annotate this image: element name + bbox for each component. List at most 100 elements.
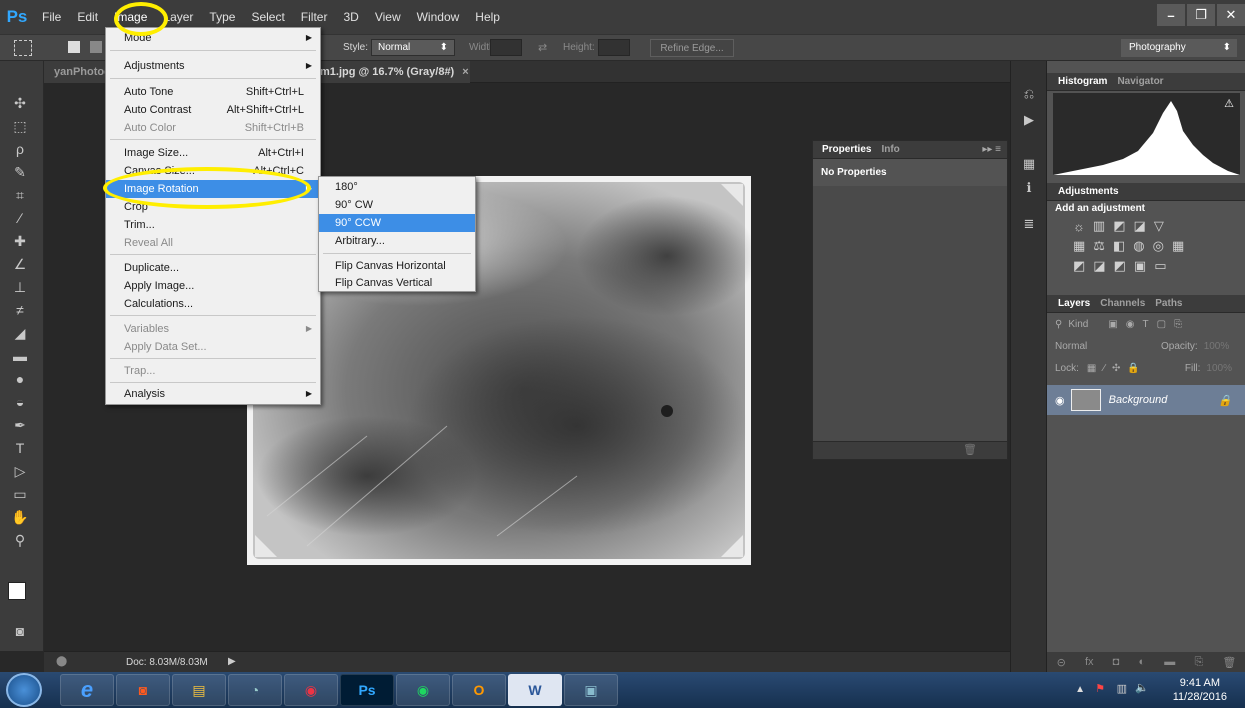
menu-item-image-size[interactable]: Image Size... Alt+Ctrl+I	[106, 144, 320, 162]
tab-previous-document[interactable]: yanPhotograp	[44, 61, 108, 83]
opacity-value[interactable]: 100%	[1204, 341, 1230, 352]
restore-icon[interactable]: ❐	[1187, 4, 1215, 26]
trash-icon[interactable]: 🗑	[963, 443, 977, 456]
tray-network-icon[interactable]: ▥	[1117, 682, 1127, 695]
submenu-item-90-cw[interactable]: 90° CW	[319, 196, 475, 214]
brush-tool-icon[interactable]: ∠	[9, 254, 31, 274]
network-icon[interactable]: ◔	[228, 674, 282, 706]
marquee-tool-icon[interactable]: ⬚	[9, 116, 31, 136]
selective-color-icon[interactable]: ▣	[1134, 258, 1146, 274]
tab-adjustments[interactable]: Adjustments	[1053, 186, 1124, 197]
close-tab-icon[interactable]: ×	[462, 66, 468, 78]
warning-icon[interactable]: ⚠	[1224, 97, 1234, 110]
spotify-icon[interactable]: ◉	[396, 674, 450, 706]
menu-item-crop[interactable]: Crop	[106, 198, 320, 216]
photoshop-taskbar-icon[interactable]: Ps	[340, 674, 394, 706]
tray-volume-icon[interactable]: 🔈	[1135, 681, 1149, 694]
tab-active-document[interactable]: m1.jpg @ 16.7% (Gray/8#) ×	[310, 61, 470, 83]
posterize-icon[interactable]: ◪	[1093, 258, 1105, 274]
submenu-item-flip-vertical[interactable]: Flip Canvas Vertical	[319, 274, 475, 292]
threshold-icon[interactable]: ◩	[1114, 258, 1126, 274]
blur-tool-icon[interactable]: ●	[9, 369, 31, 389]
eye-icon[interactable]: ◉	[1055, 394, 1065, 407]
lasso-tool-icon[interactable]: ρ	[9, 139, 31, 159]
zoom-field[interactable]: ⬤	[56, 656, 67, 667]
workspace-select[interactable]: Photography ⬍	[1121, 39, 1237, 57]
submenu-item-90-ccw[interactable]: 90° CCW	[319, 214, 475, 232]
system-clock[interactable]: 9:41 AM 11/28/2016	[1173, 676, 1227, 704]
black-white-icon[interactable]: ◧	[1113, 238, 1125, 254]
fx-icon[interactable]: fx	[1085, 656, 1094, 668]
eraser-tool-icon[interactable]: ◢	[9, 323, 31, 343]
menu-file[interactable]: File	[34, 0, 69, 34]
foreground-color-swatch[interactable]	[8, 582, 26, 600]
history-panel-icon[interactable]: ⎌	[1018, 83, 1040, 105]
info-panel-icon[interactable]: ℹ	[1018, 177, 1040, 199]
history-brush-tool-icon[interactable]: ≠	[9, 300, 31, 320]
delete-layer-icon[interactable]: 🗑	[1222, 656, 1236, 669]
menu-item-adjustments[interactable]: Adjustments ▶	[106, 57, 320, 75]
minimize-icon[interactable]: –	[1157, 4, 1185, 26]
menu-item-duplicate[interactable]: Duplicate...	[106, 259, 320, 277]
tray-flag-icon[interactable]: ⚑	[1095, 682, 1105, 695]
start-button-icon[interactable]	[6, 673, 42, 707]
path-select-tool-icon[interactable]: ▷	[9, 461, 31, 481]
submenu-item-flip-horizontal[interactable]: Flip Canvas Horizontal	[319, 257, 475, 275]
vibrance-icon[interactable]: ▽	[1154, 218, 1164, 234]
menu-item-trim[interactable]: Trim...	[106, 216, 320, 234]
adjustment-layer-icon[interactable]: ◐	[1138, 656, 1145, 668]
menu-edit[interactable]: Edit	[69, 0, 106, 34]
close-icon[interactable]: ✕	[1217, 4, 1245, 26]
dodge-tool-icon[interactable]: ◒	[9, 392, 31, 412]
healing-tool-icon[interactable]: ✚	[9, 231, 31, 251]
quick-mask-icon[interactable]: ◙	[9, 621, 31, 641]
stamp-tool-icon[interactable]: ⊥	[9, 277, 31, 297]
type-tool-icon[interactable]: T	[9, 438, 31, 458]
swap-icon[interactable]: ⇄	[538, 41, 547, 54]
fill-value[interactable]: 100%	[1206, 363, 1232, 374]
properties-panel-icon[interactable]: ▦	[1018, 153, 1040, 175]
levels-icon[interactable]: ▥	[1093, 218, 1105, 234]
color-lookup-icon[interactable]: ▦	[1172, 238, 1184, 254]
move-tool-icon[interactable]: ✣	[9, 93, 31, 113]
menu-help[interactable]: Help	[467, 0, 508, 34]
outlook-icon[interactable]: O	[452, 674, 506, 706]
shape-tool-icon[interactable]: ▭	[9, 484, 31, 504]
hue-saturation-icon[interactable]: ▦	[1073, 238, 1085, 254]
hand-tool-icon[interactable]: ✋	[9, 507, 31, 527]
menu-window[interactable]: Window	[409, 0, 468, 34]
invert-icon[interactable]: ◩	[1073, 258, 1085, 274]
tab-histogram[interactable]: Histogram	[1053, 76, 1112, 87]
gradient-map-icon[interactable]: ▭	[1154, 258, 1166, 274]
actions-panel-icon[interactable]: ▶	[1018, 109, 1040, 131]
menu-item-analysis[interactable]: Analysis ▶	[106, 385, 320, 403]
submenu-item-180[interactable]: 180°	[319, 178, 475, 196]
width-field[interactable]	[490, 39, 522, 56]
pen-tool-icon[interactable]: ✒	[9, 415, 31, 435]
quick-select-tool-icon[interactable]: ✎	[9, 162, 31, 182]
media-player-icon[interactable]: ◙	[116, 674, 170, 706]
crop-tool-icon[interactable]: ⌗	[9, 185, 31, 205]
style-select[interactable]: Normal ⬍	[371, 39, 455, 56]
add-selection-icon[interactable]	[90, 41, 102, 53]
tab-info[interactable]: Info	[876, 144, 904, 155]
menu-item-apply-image[interactable]: Apply Image...	[106, 277, 320, 295]
word-icon[interactable]: W	[508, 674, 562, 706]
submenu-item-arbitrary[interactable]: Arbitrary...	[319, 232, 475, 250]
photo-filter-icon[interactable]: ◍	[1133, 238, 1144, 254]
exposure-icon[interactable]: ◪	[1134, 218, 1146, 234]
status-arrow-icon[interactable]: ▶	[228, 656, 236, 667]
layer-row-background[interactable]: ◉ Background 🔒	[1047, 385, 1245, 415]
tab-channels[interactable]: Channels	[1095, 298, 1150, 309]
eyedropper-tool-icon[interactable]: ∕	[9, 208, 31, 228]
photo-viewer-icon[interactable]: ▣	[564, 674, 618, 706]
gradient-tool-icon[interactable]: ▬	[9, 346, 31, 366]
curves-icon[interactable]: ◩	[1113, 218, 1125, 234]
refine-edge-button[interactable]: Refine Edge...	[650, 39, 734, 57]
filter-icons[interactable]: ▣◉T▢⎘	[1108, 319, 1190, 330]
height-field[interactable]	[598, 39, 630, 56]
menu-view[interactable]: View	[367, 0, 409, 34]
new-layer-icon[interactable]: ⎘	[1194, 656, 1203, 669]
link-icon[interactable]: ⊝	[1057, 656, 1066, 669]
lock-icons[interactable]: ▦∕✣🔒	[1087, 363, 1147, 374]
